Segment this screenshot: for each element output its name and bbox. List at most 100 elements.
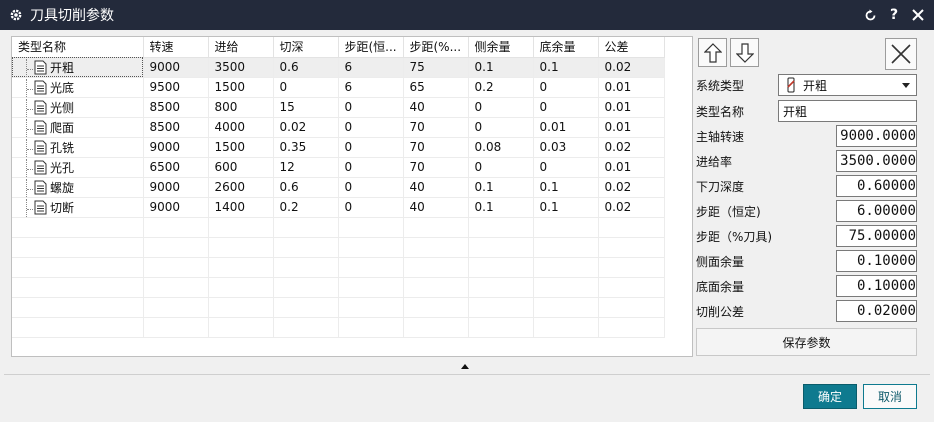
table-cell: 0.01 [598, 157, 665, 178]
empty-cell [273, 237, 339, 258]
empty-row [12, 257, 665, 278]
cancel-button[interactable]: 取消 [863, 384, 917, 409]
row-name-cell: 光侧 [12, 97, 144, 118]
row-name-cell: 光底 [12, 77, 144, 98]
empty-cell [598, 217, 665, 238]
move-up-button[interactable] [698, 38, 727, 67]
empty-cell [468, 277, 534, 298]
empty-cell [468, 297, 534, 318]
tree-node: 孔铣 [18, 138, 142, 156]
arrow-down-icon [735, 42, 754, 63]
step-pct-field[interactable]: 75.00000 [836, 225, 917, 247]
system-type-select[interactable]: 开粗 [778, 74, 917, 96]
table-cell: 1400 [208, 197, 274, 218]
table-row[interactable]: 光底 9500 1500 0 6 65 0.2 0 0.01 [12, 77, 665, 98]
tree-connector [26, 158, 36, 176]
column-header[interactable]: 切深 [273, 37, 339, 58]
close-icon[interactable] [910, 7, 926, 23]
footer-divider [4, 374, 930, 375]
column-header[interactable]: 公差 [598, 37, 665, 58]
tolerance-field[interactable]: 0.02000 [836, 300, 917, 322]
row-name-cell: 螺旋 [12, 177, 144, 198]
feed-rate-field[interactable]: 3500.0000 [836, 150, 917, 172]
row-name: 开粗 [50, 60, 75, 75]
column-header[interactable]: 进给 [208, 37, 274, 58]
empty-row [12, 317, 665, 338]
delete-button[interactable] [885, 38, 917, 70]
floor-stock-field[interactable]: 0.10000 [836, 275, 917, 297]
table-cell: 0 [468, 97, 534, 118]
empty-cell [533, 277, 599, 298]
tree-node: 切断 [18, 198, 142, 216]
empty-cell [338, 237, 404, 258]
move-down-button[interactable] [730, 38, 759, 67]
empty-cell [598, 257, 665, 278]
tree-node: 光底 [18, 78, 142, 96]
tolerance-row: 切削公差 0.02000 [696, 299, 917, 323]
table-cell: 0.1 [468, 57, 534, 78]
table-row[interactable]: 切断 9000 1400 0.2 0 40 0.1 0.1 0.02 [12, 197, 665, 218]
table-cell: 9500 [143, 77, 209, 98]
empty-cell [12, 317, 144, 338]
tree-connector [26, 58, 36, 76]
table-cell: 0 [338, 137, 404, 158]
table-cell: 0.1 [533, 197, 599, 218]
table-row[interactable]: 孔铣 9000 1500 0.35 0 70 0.08 0.03 0.02 [12, 137, 665, 158]
empty-cell [143, 237, 209, 258]
empty-cell [468, 317, 534, 338]
depth-field[interactable]: 0.60000 [836, 175, 917, 197]
save-params-button[interactable]: 保存参数 [696, 328, 917, 356]
table-cell: 0 [533, 97, 599, 118]
table-cell: 3500 [208, 57, 274, 78]
table-row[interactable]: 开粗 9000 3500 0.6 6 75 0.1 0.1 0.02 [12, 57, 665, 78]
step-const-field[interactable]: 6.00000 [836, 200, 917, 222]
ok-button[interactable]: 确定 [803, 384, 857, 409]
column-header[interactable]: 步距(%... [403, 37, 469, 58]
table-header: 类型名称 转速 进给 切深 步距(恒... 步距(%... 侧余量 底余量 公差 [12, 37, 665, 58]
column-header[interactable]: 转速 [143, 37, 209, 58]
collapse-toggle-icon[interactable] [461, 364, 469, 369]
row-name: 光孔 [50, 160, 75, 175]
table-row[interactable]: 光侧 8500 800 15 0 40 0 0 0.01 [12, 97, 665, 118]
empty-cell [143, 297, 209, 318]
row-name-cell: 开粗 [12, 57, 144, 78]
type-name-field[interactable]: 开粗 [778, 100, 917, 122]
empty-cell [598, 237, 665, 258]
table-row[interactable]: 光孔 6500 600 12 0 70 0 0 0.01 [12, 157, 665, 178]
tree-connector [26, 98, 36, 116]
column-header[interactable]: 侧余量 [468, 37, 534, 58]
help-icon[interactable]: ? [886, 7, 902, 23]
table-cell: 0 [533, 157, 599, 178]
tree-connector [26, 178, 36, 196]
floor-stock-row: 底面余量 0.10000 [696, 274, 917, 298]
empty-cell [403, 217, 469, 238]
table-cell: 0 [273, 77, 339, 98]
row-name: 切断 [50, 200, 75, 215]
spindle-speed-field[interactable]: 9000.0000 [836, 125, 917, 147]
empty-cell [468, 257, 534, 278]
empty-cell [208, 257, 274, 278]
table-cell: 40 [403, 97, 469, 118]
table-cell: 0.01 [533, 117, 599, 138]
empty-cell [338, 297, 404, 318]
column-header[interactable]: 步距(恒... [338, 37, 404, 58]
side-stock-field[interactable]: 0.10000 [836, 250, 917, 272]
column-header[interactable]: 类型名称 [12, 37, 144, 58]
gear-icon [8, 7, 24, 23]
table-row[interactable]: 爬面 8500 4000 0.02 0 70 0 0.01 0.01 [12, 117, 665, 138]
empty-cell [273, 257, 339, 278]
table-cell: 9000 [143, 177, 209, 198]
step-const-row: 步距（恒定) 6.00000 [696, 199, 917, 223]
column-header[interactable]: 底余量 [533, 37, 599, 58]
row-name-cell: 光孔 [12, 157, 144, 178]
empty-cell [273, 317, 339, 338]
empty-cell [208, 237, 274, 258]
system-type-label: 系统类型 [696, 78, 745, 93]
empty-cell [338, 257, 404, 278]
tree-node: 开粗 [18, 58, 142, 76]
empty-cell [468, 237, 534, 258]
table-cell: 4000 [208, 117, 274, 138]
table-row[interactable]: 螺旋 9000 2600 0.6 0 40 0.1 0.1 0.02 [12, 177, 665, 198]
reset-icon[interactable] [862, 7, 878, 23]
empty-cell [208, 277, 274, 298]
